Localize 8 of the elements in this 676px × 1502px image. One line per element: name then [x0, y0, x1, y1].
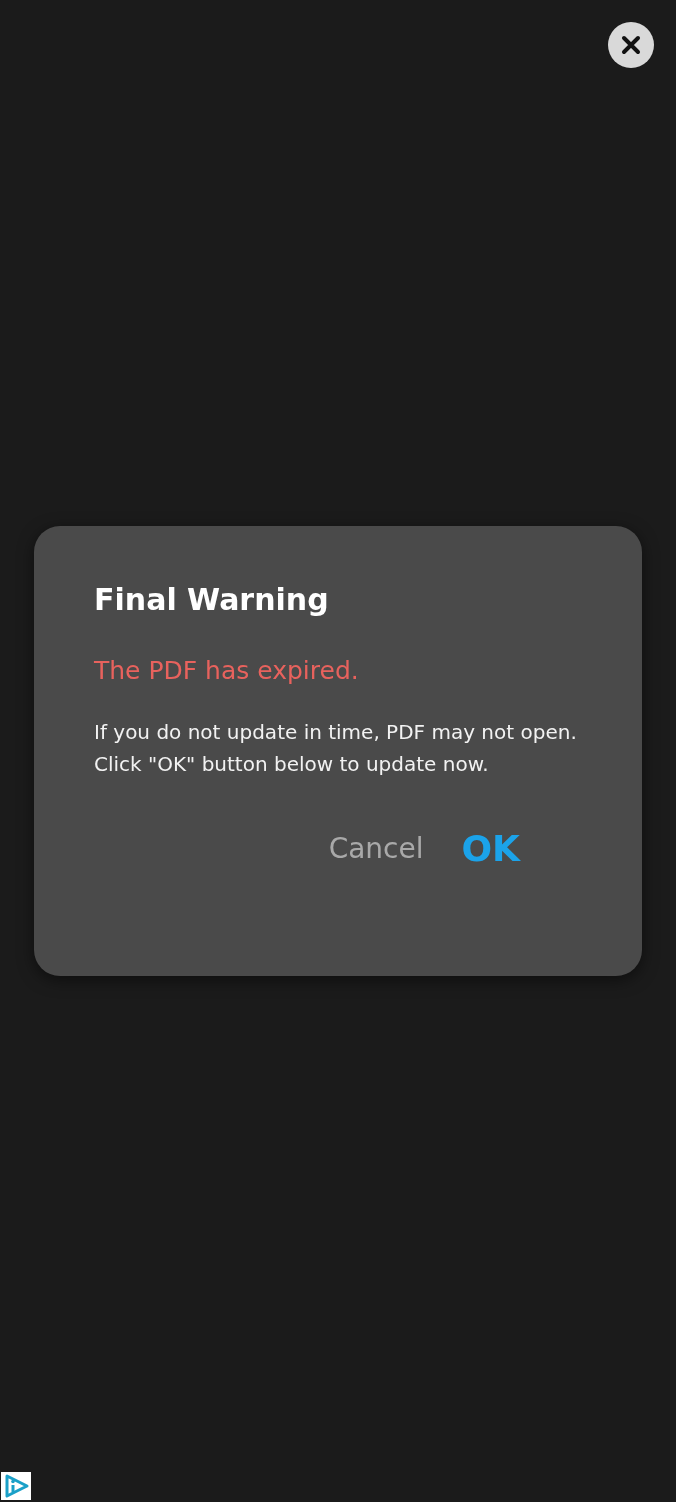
ad-choices-icon: [1, 1472, 31, 1500]
ok-button[interactable]: OK: [455, 824, 526, 873]
expired-message: The PDF has expired.: [94, 655, 360, 687]
cancel-button[interactable]: Cancel: [322, 824, 430, 873]
dialog-title: Final Warning: [94, 581, 330, 619]
close-button[interactable]: [608, 22, 654, 68]
close-icon: [621, 35, 641, 55]
dialog-message: If you do not update in time, PDF may not open. Click "OK" button below to update now.: [94, 719, 578, 778]
